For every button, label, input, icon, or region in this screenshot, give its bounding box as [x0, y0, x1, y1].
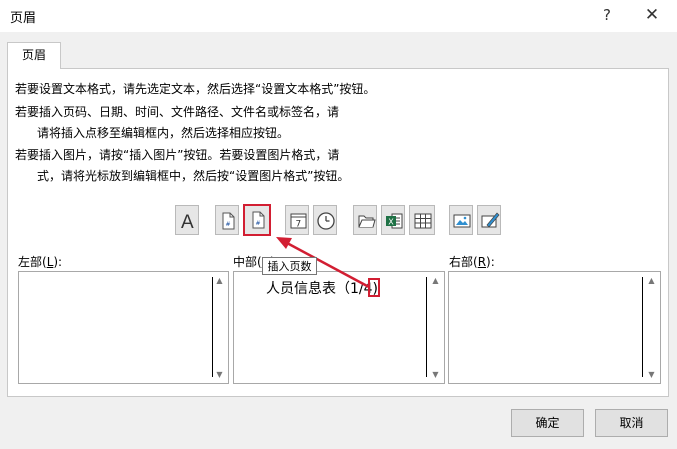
toolbar-tooltip: 插入页数 — [262, 257, 317, 275]
annotation-arrow — [276, 237, 370, 289]
